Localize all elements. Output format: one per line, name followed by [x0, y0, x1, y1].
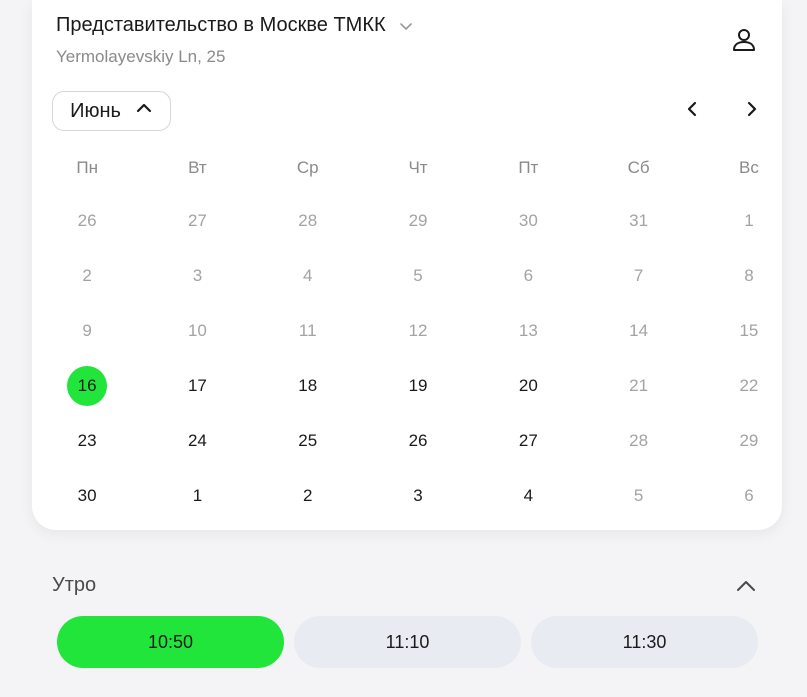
location-title: Представительство в Москве ТМКК — [56, 14, 386, 36]
calendar-day[interactable]: 20 — [508, 366, 548, 406]
calendar-day[interactable]: 23 — [67, 421, 107, 461]
calendar-day[interactable]: 24 — [177, 421, 217, 461]
calendar-day: 28 — [629, 431, 649, 450]
prev-month-button[interactable] — [679, 98, 705, 124]
calendar-day: 30 — [518, 211, 538, 230]
weekday-label: Чт — [408, 158, 428, 177]
time-slot-selected[interactable]: 10:50 — [57, 616, 284, 668]
chevron-up-icon[interactable] — [734, 574, 758, 598]
calendar-day[interactable]: 17 — [177, 366, 217, 406]
user-icon[interactable] — [730, 26, 758, 54]
calendar-day[interactable]: 4 — [508, 476, 548, 516]
calendar-week-row: 23 24 25 26 27 28 29 — [32, 421, 782, 461]
calendar-card: Представительство в Москве ТМКК Yermolay… — [32, 0, 782, 530]
calendar-day: 4 — [303, 266, 313, 285]
weekday-label: Сб — [627, 158, 650, 177]
weekday-label: Вс — [739, 158, 759, 177]
calendar-day: 27 — [187, 211, 207, 230]
calendar-day[interactable]: 27 — [508, 421, 548, 461]
month-toggle-button[interactable]: Июнь — [52, 91, 171, 131]
calendar-week-row: 2 3 4 5 6 7 8 — [32, 256, 782, 296]
calendar-day: 2 — [82, 266, 92, 285]
calendar-day: 5 — [413, 266, 423, 285]
time-slots: 10:50 11:10 11:30 — [57, 616, 758, 668]
time-slot[interactable]: 11:30 — [531, 616, 758, 668]
month-label: Июнь — [70, 99, 121, 122]
calendar-day: 22 — [739, 376, 759, 395]
section-title-morning: Утро — [52, 574, 97, 596]
calendar-day[interactable]: 26 — [398, 421, 438, 461]
chevron-down-icon[interactable] — [398, 18, 414, 34]
calendar-day[interactable]: 2 — [288, 476, 328, 516]
calendar-day: 14 — [629, 321, 649, 340]
calendar-day: 7 — [633, 266, 644, 285]
calendar-day: 12 — [408, 321, 428, 340]
calendar-day: 11 — [298, 321, 317, 340]
calendar-week-row: 9 10 11 12 13 14 15 — [32, 311, 782, 351]
calendar-day-selected[interactable]: 16 — [67, 366, 108, 406]
calendar-day: 15 — [739, 321, 759, 340]
calendar-day[interactable]: 19 — [398, 366, 438, 406]
calendar-day: 10 — [187, 321, 207, 340]
calendar-day[interactable]: 3 — [398, 476, 438, 516]
calendar-day[interactable]: 18 — [288, 366, 328, 406]
calendar-week-row: 30 1 2 3 4 5 6 — [32, 476, 782, 516]
calendar-day: 13 — [518, 321, 538, 340]
weekday-label: Пт — [518, 158, 539, 177]
time-slot[interactable]: 11:10 — [294, 616, 521, 668]
calendar-day: 29 — [408, 211, 428, 230]
calendar-week-row: 26 27 28 29 30 31 1 — [32, 201, 782, 241]
calendar-day[interactable]: 1 — [177, 476, 217, 516]
calendar-day: 5 — [633, 486, 644, 505]
weekday-label: Пн — [76, 158, 98, 177]
chevron-right-icon — [743, 100, 761, 123]
calendar-day: 6 — [523, 266, 534, 285]
calendar-day: 31 — [629, 211, 649, 230]
calendar-day: 8 — [744, 266, 754, 285]
location-address: Yermolayevskiy Ln, 25 — [56, 47, 226, 66]
next-month-button[interactable] — [739, 98, 765, 124]
location-selector[interactable]: Представительство в Москве ТМКК — [56, 14, 758, 37]
calendar-day: 9 — [82, 321, 92, 340]
calendar-day: 1 — [744, 211, 754, 230]
chevron-up-icon — [135, 99, 153, 123]
weekday-label: Ср — [296, 158, 319, 177]
calendar-day: 3 — [192, 266, 203, 285]
location-header: Представительство в Москве ТМКК Yermolay… — [56, 14, 758, 74]
calendar-day[interactable]: 30 — [67, 476, 107, 516]
calendar-day: 21 — [629, 376, 649, 395]
calendar-day: 28 — [298, 211, 318, 230]
weekday-header: Пн Вт Ср Чт Пт Сб Вс — [32, 155, 782, 181]
calendar-week-row: 16 17 18 19 20 21 22 — [32, 366, 782, 406]
calendar-day: 6 — [744, 486, 754, 505]
calendar-day: 29 — [739, 431, 759, 450]
weekday-label: Вт — [188, 158, 207, 177]
calendar-day[interactable]: 25 — [288, 421, 328, 461]
calendar-day: 26 — [77, 211, 97, 230]
chevron-left-icon — [683, 100, 701, 123]
